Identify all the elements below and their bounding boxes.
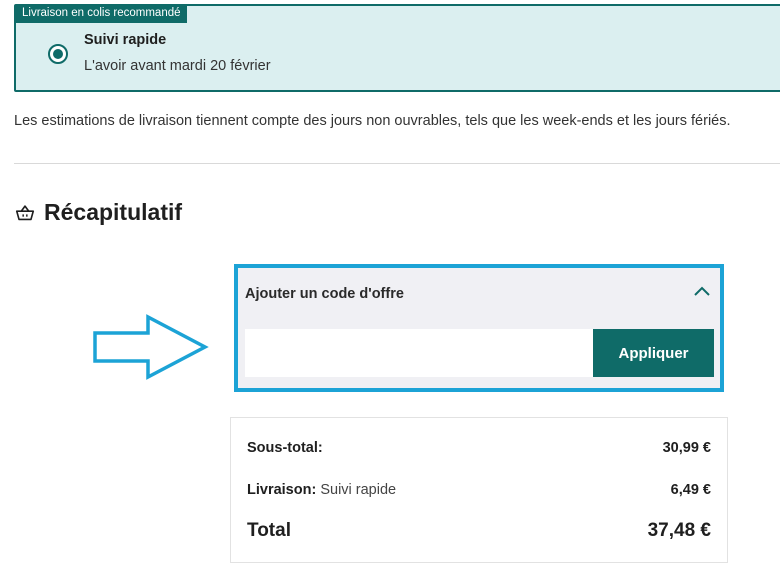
shipping-badge: Livraison en colis recommandé (16, 4, 187, 23)
promo-code-panel: Ajouter un code d'offre Appliquer (234, 264, 724, 392)
promo-code-input[interactable] (245, 329, 593, 377)
shipping-method: Suivi rapide (320, 482, 397, 498)
total-label: Total (247, 520, 291, 541)
arrow-right-icon (93, 314, 209, 380)
radio-selected-dot (53, 49, 63, 59)
subtotal-value: 30,99 € (662, 440, 711, 456)
promo-code-title[interactable]: Ajouter un code d'offre (245, 286, 404, 302)
divider (14, 163, 780, 164)
basket-icon (15, 204, 35, 220)
apply-button[interactable]: Appliquer (593, 329, 714, 377)
shipping-value: 6,49 € (670, 482, 711, 498)
shipping-row-label: Livraison: Suivi rapide (247, 482, 396, 498)
total-row: Total 37,48 € (247, 520, 711, 542)
delivery-notice: Les estimations de livraison tiennent co… (14, 113, 731, 129)
total-value: 37,48 € (647, 520, 711, 541)
order-totals: Sous-total: 30,99 € Livraison: Suivi rap… (230, 417, 728, 563)
subtotal-label: Sous-total: (247, 440, 323, 456)
chevron-up-icon[interactable] (692, 283, 712, 299)
subtotal-row: Sous-total: 30,99 € (247, 440, 711, 456)
shipping-option-name: Suivi rapide (84, 32, 167, 48)
shipping-label: Livraison: (247, 482, 317, 498)
shipping-option-date: L'avoir avant mardi 20 février (84, 58, 271, 74)
summary-title: Récapitulatif (44, 199, 183, 225)
shipping-radio[interactable] (48, 44, 68, 64)
summary-heading: Récapitulatif (14, 199, 182, 226)
checkout-page: Livraison en colis recommandé Suivi rapi… (0, 0, 780, 579)
shipping-row: Livraison: Suivi rapide 6,49 € (247, 482, 711, 498)
